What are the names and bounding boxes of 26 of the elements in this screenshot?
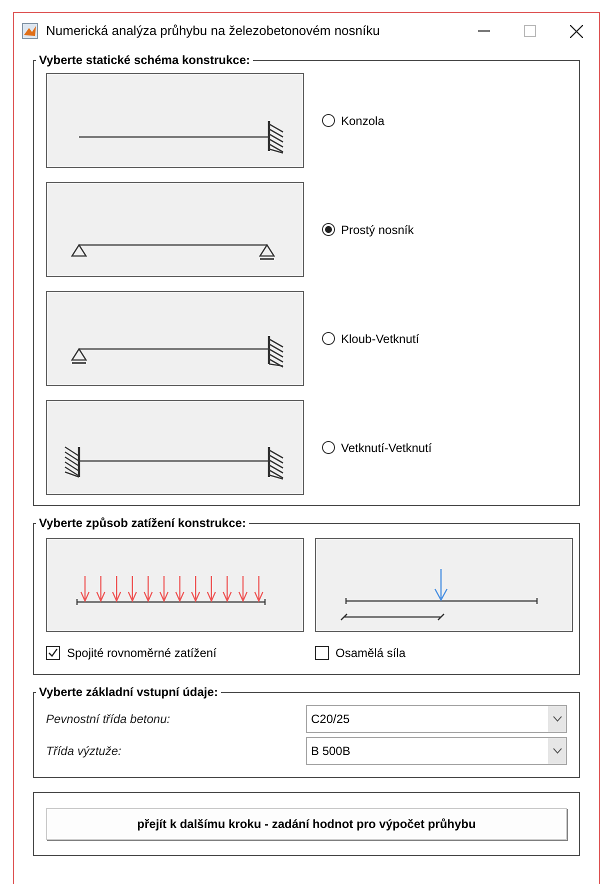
radio-label: Prostý nosník (341, 222, 414, 238)
radio-label: Vetknutí-Vetknutí (341, 440, 432, 456)
chevron-down-icon (552, 716, 562, 722)
dropdown[interactable]: B 500B (306, 737, 567, 765)
field-label: Třída výztuže: (46, 743, 122, 760)
dropdown[interactable]: C20/25 (306, 705, 567, 733)
field-label: Pevnostní třída betonu: (46, 711, 172, 728)
radio-label: Kloub-Vetknutí (341, 330, 420, 348)
group-title: Vyberte základní vstupní údaje: (38, 684, 219, 701)
group-title: Vyberte statické schéma konstrukce: (38, 52, 251, 69)
close-icon (570, 24, 582, 38)
radio-button[interactable] (322, 223, 335, 236)
radio-label: Konzola (341, 112, 384, 130)
maximize-icon (524, 25, 536, 37)
group-title: Vyberte způsob zatížení konstrukce: (38, 515, 247, 532)
app-icon (22, 23, 38, 39)
radio-button[interactable] (322, 332, 335, 345)
radio-button[interactable] (322, 114, 335, 127)
checkbox-label: Osamělá síla (336, 645, 406, 662)
checkbox-label: Spojité rovnoměrné zatížení (67, 645, 216, 662)
checkbox[interactable] (46, 646, 60, 660)
checkbox[interactable] (314, 646, 328, 660)
radio-button[interactable] (322, 441, 335, 454)
chevron-down-icon (552, 748, 562, 754)
window-title: Numerická analýza průhybu na železobetonovém nosníku (46, 22, 380, 40)
next-step-button[interactable]: přejít k dalšímu kroku - zadání hodnot pro výpočet průhybu (46, 808, 567, 840)
